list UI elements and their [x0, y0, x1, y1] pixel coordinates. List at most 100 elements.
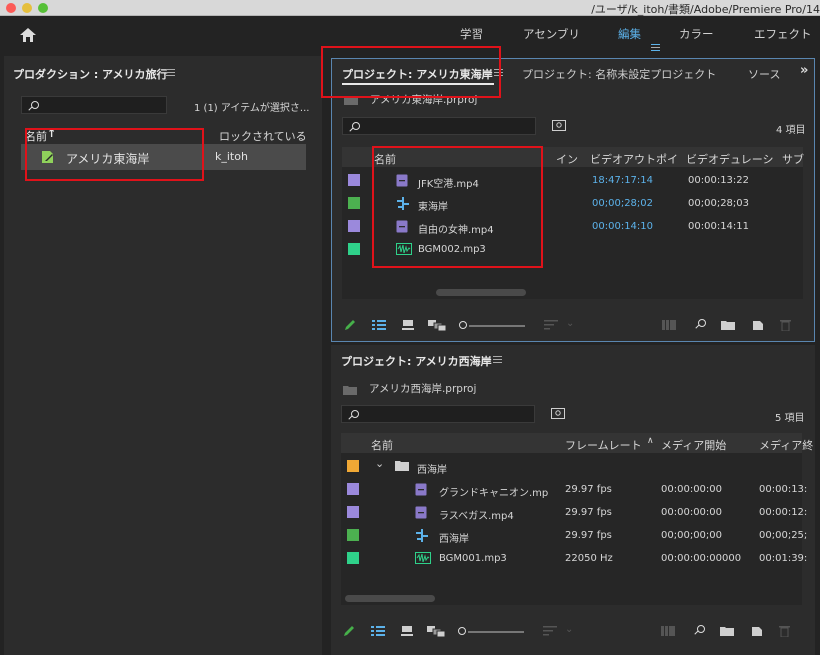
label-color-chip[interactable]: [347, 552, 359, 564]
project-west-count: 5 項目: [775, 413, 805, 424]
workspace-learn[interactable]: 学習: [460, 26, 483, 42]
table-row[interactable]: 自由の女神.mp4 00:00:14:10 00:00:14:11: [342, 215, 803, 238]
tab-project-untitled[interactable]: プロジェクト: 名称未設定プロジェクト: [522, 66, 716, 82]
workspace-edit[interactable]: 編集: [618, 26, 641, 42]
project-east-toolbar: ⌄: [332, 311, 814, 339]
find-icon[interactable]: [698, 319, 706, 327]
label-color-chip[interactable]: [347, 460, 359, 472]
workspace-effects[interactable]: エフェクト: [754, 26, 812, 42]
trash-icon[interactable]: [780, 319, 791, 331]
label-color-chip[interactable]: [348, 197, 360, 209]
production-item-row[interactable]: アメリカ東海岸 k_itoh: [21, 144, 306, 170]
production-selection-status: 1 (1) アイテムが選択さ...: [194, 103, 310, 114]
label-color-chip[interactable]: [347, 483, 359, 495]
find-bin-icon[interactable]: [551, 408, 565, 419]
zoom-slider-track[interactable]: [469, 325, 525, 327]
project-west-menu-icon[interactable]: [493, 356, 502, 363]
project-east-file: アメリカ東海岸.prproj: [370, 94, 478, 106]
workspace-assembly[interactable]: アセンブリ: [523, 26, 580, 42]
production-column-header: 名前 ↑ ロックされている: [21, 126, 307, 144]
label-color-chip[interactable]: [347, 529, 359, 541]
audio-clip-icon: [396, 243, 412, 258]
close-window-button[interactable]: [6, 3, 16, 13]
col-sub[interactable]: サブ: [782, 151, 804, 167]
chevron-down-icon[interactable]: ⌄: [566, 318, 574, 329]
col-media-start[interactable]: メディア開始: [661, 437, 726, 453]
zoom-window-button[interactable]: [38, 3, 48, 13]
automate-to-sequence-icon[interactable]: [662, 320, 676, 330]
project-east-menu-icon[interactable]: [494, 69, 503, 76]
sequence-clip-icon: [396, 197, 410, 213]
clip-name: JFK空港.mp4: [418, 179, 479, 190]
tab-project-east[interactable]: プロジェクト: アメリカ東海岸: [342, 66, 493, 82]
zoom-slider-knob[interactable]: [459, 321, 467, 329]
table-row[interactable]: JFK空港.mp4 18:47:17:14 00:00:13:22: [342, 169, 803, 192]
media-start: 00:00:00:00000: [661, 553, 742, 564]
label-color-chip[interactable]: [348, 243, 360, 255]
workspace-edit-menu-icon[interactable]: [651, 44, 660, 51]
automate-to-sequence-icon[interactable]: [661, 626, 675, 636]
chevron-down-icon[interactable]: ⌄: [375, 457, 384, 470]
col-in-point[interactable]: イン: [556, 151, 578, 167]
table-row[interactable]: グランドキャニオン.mp 29.97 fps 00:00:00:00 00:00…: [341, 478, 807, 501]
media-end: 00:00:13:: [759, 484, 808, 495]
col-video-out-point[interactable]: ビデオアウトポイ: [590, 151, 678, 167]
chevron-down-icon[interactable]: ⌄: [565, 624, 573, 635]
production-panel-menu-icon[interactable]: [166, 69, 175, 76]
sort-icon[interactable]: [543, 626, 557, 636]
table-row[interactable]: 西海岸 29.97 fps 00;00;00;00 00;00;25;: [341, 524, 807, 547]
new-item-icon[interactable]: [752, 319, 764, 331]
tab-source[interactable]: ソース: [748, 66, 780, 82]
find-bin-icon[interactable]: [552, 120, 566, 131]
zoom-slider-knob[interactable]: [458, 627, 466, 635]
horizontal-scrollbar[interactable]: [436, 289, 526, 296]
new-item-icon[interactable]: [751, 625, 763, 637]
new-bin-icon[interactable]: [721, 319, 735, 330]
col-name[interactable]: 名前: [371, 437, 393, 453]
label-color-chip[interactable]: [347, 506, 359, 518]
list-view-icon[interactable]: [371, 626, 385, 636]
label-color-chip[interactable]: [348, 174, 360, 186]
project-west-title[interactable]: プロジェクト: アメリカ西海岸: [341, 353, 492, 369]
project-west-search-input[interactable]: [341, 405, 535, 423]
project-east-search-input[interactable]: [342, 117, 536, 135]
folder-row[interactable]: ⌄ 西海岸: [341, 455, 802, 478]
production-col-name[interactable]: 名前: [25, 128, 47, 144]
production-item-name: アメリカ東海岸: [66, 152, 150, 166]
col-name[interactable]: 名前: [374, 151, 396, 167]
table-row[interactable]: 東海岸 00;00;28;02 00;00;28;03: [342, 192, 803, 215]
frame-rate: 29.97 fps: [565, 484, 612, 495]
workspace-color[interactable]: カラー: [679, 26, 714, 42]
col-frame-rate[interactable]: フレームレート: [565, 437, 642, 453]
col-media-end[interactable]: メディア終: [759, 437, 813, 453]
sort-icon[interactable]: [544, 320, 558, 330]
label-color-chip[interactable]: [348, 220, 360, 232]
icon-view-icon[interactable]: [402, 320, 414, 330]
horizontal-scrollbar[interactable]: [345, 595, 435, 602]
table-row[interactable]: BGM002.mp3: [342, 238, 803, 261]
freeform-view-icon[interactable]: [428, 320, 446, 331]
new-bin-icon[interactable]: [720, 625, 734, 636]
clip-name: 自由の女神.mp4: [418, 225, 494, 236]
pencil-icon[interactable]: [344, 319, 356, 331]
table-row[interactable]: BGM001.mp3 22050 Hz 00:00:00:00000 00:01…: [341, 547, 807, 570]
icon-view-icon[interactable]: [401, 626, 413, 636]
panel-overflow-icon[interactable]: »: [800, 63, 808, 78]
list-view-icon[interactable]: [372, 320, 386, 330]
col-video-duration[interactable]: ビデオデュレーシ: [686, 151, 774, 167]
pencil-icon[interactable]: [343, 625, 355, 637]
production-col-locked[interactable]: ロックされている: [219, 128, 307, 144]
zoom-slider-track[interactable]: [468, 631, 524, 633]
minimize-window-button[interactable]: [22, 3, 32, 13]
home-button[interactable]: [10, 24, 46, 46]
trash-icon[interactable]: [779, 625, 790, 637]
active-tab-underline: [342, 83, 494, 85]
media-start: 00:00:00:00: [661, 507, 723, 518]
find-icon[interactable]: [697, 625, 705, 633]
window-title-bar: /ユーザ/k_itoh/書類/Adobe/Premiere Pro/14: [0, 0, 820, 16]
production-search-input[interactable]: [21, 96, 167, 114]
table-row[interactable]: ラスベガス.mp4 29.97 fps 00:00:00:00 00:00:12…: [341, 501, 807, 524]
project-east-column-header: 名前 イン ビデオアウトポイ ビデオデュレーシ サブ: [342, 147, 804, 167]
project-east-count: 4 項目: [776, 125, 806, 136]
freeform-view-icon[interactable]: [427, 626, 445, 637]
